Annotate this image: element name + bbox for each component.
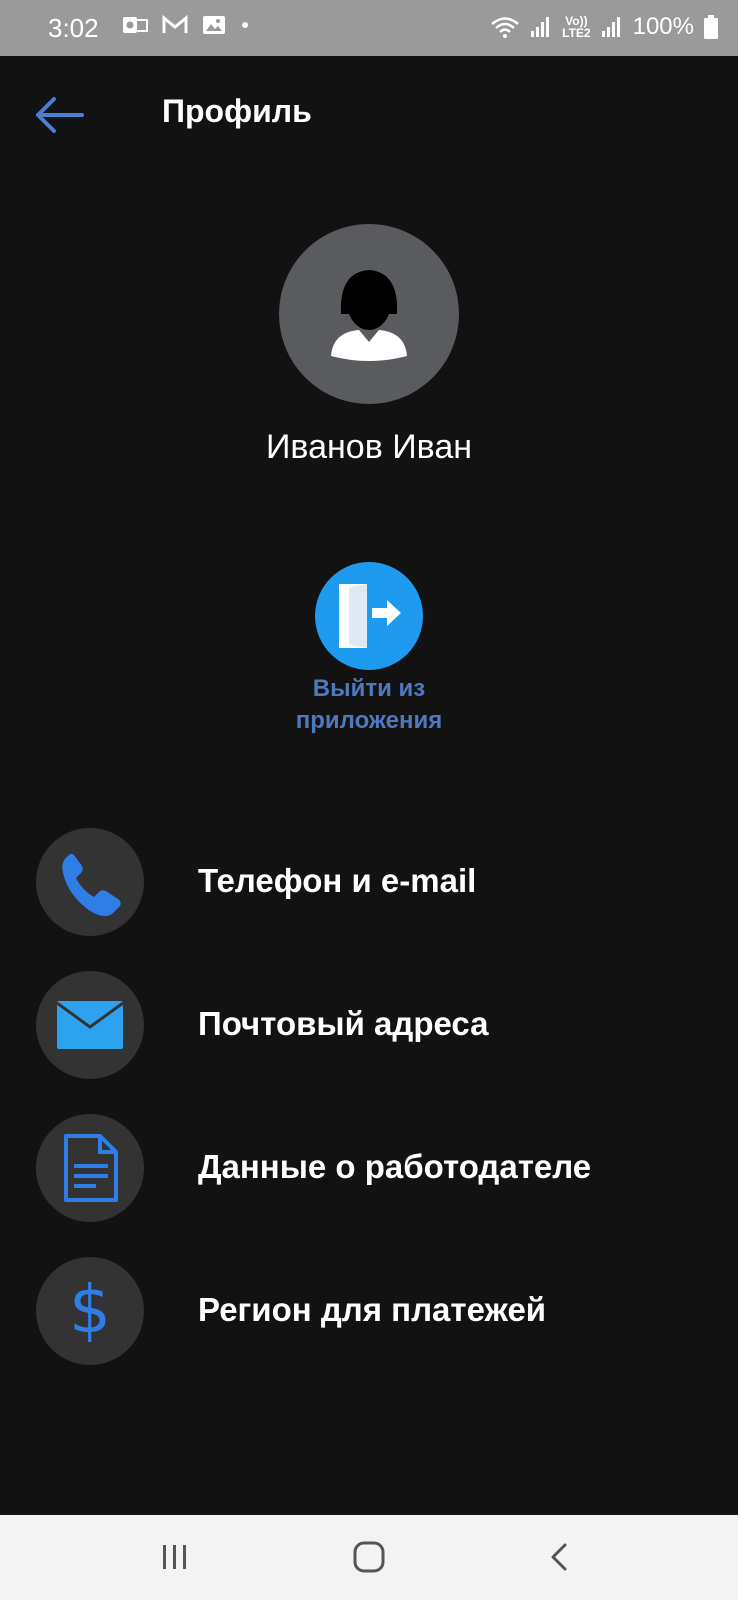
menu-item-phone-email[interactable]: Телефон и e-mail <box>0 828 738 938</box>
exit-door-icon <box>339 584 401 648</box>
lte-indicator: Vo)) LTE2 <box>562 15 590 39</box>
dollar-icon: $ <box>69 1271 111 1348</box>
back-button[interactable] <box>30 90 90 140</box>
recent-apps-button[interactable] <box>150 1537 200 1577</box>
logout-button[interactable] <box>315 562 423 670</box>
menu-item-payment-region[interactable]: $ Регион для платежей <box>0 1257 738 1367</box>
phone-icon <box>62 853 121 916</box>
signal-icon <box>531 17 550 37</box>
page-title: Профиль <box>162 93 312 129</box>
menu-label-payment-region: Регион для платежей <box>198 1291 547 1328</box>
gmail-icon <box>162 14 188 33</box>
profile-name: Иванов Иван <box>265 428 473 466</box>
menu-item-postal-address[interactable]: Почтовый адреса <box>0 971 738 1081</box>
avatar[interactable] <box>279 224 459 404</box>
notification-icons <box>122 14 250 36</box>
battery-icon <box>704 15 718 39</box>
dot-icon <box>242 22 248 28</box>
gallery-icon <box>203 16 225 34</box>
mail-icon <box>56 1001 124 1049</box>
document-icon <box>64 1134 118 1202</box>
menu-label-phone-email: Телефон и e-mail <box>198 862 477 899</box>
system-nav-bar <box>0 1515 738 1600</box>
menu-icon-circle <box>36 1114 144 1222</box>
chevron-left-icon <box>551 1543 567 1571</box>
menu-item-employer-data[interactable]: Данные о работодателе <box>0 1114 738 1224</box>
lte-label: LTE2 <box>562 26 591 40</box>
home-icon <box>353 1541 385 1573</box>
user-silhouette-icon <box>331 270 407 361</box>
menu-label-employer-data: Данные о работодателе <box>198 1148 592 1185</box>
logout-label[interactable]: Выйти из приложения <box>269 673 469 737</box>
menu-label-postal-address: Почтовый адреса <box>198 1005 489 1042</box>
status-bar: 3:02 Vo)) LTE2 100% <box>0 0 738 56</box>
battery-percent: 100% <box>632 13 694 40</box>
recent-apps-icon <box>163 1545 186 1569</box>
outlook-icon <box>123 17 148 33</box>
status-time: 3:02 <box>48 13 99 43</box>
menu-icon-circle: $ <box>36 1257 144 1365</box>
menu-icon-circle <box>36 971 144 1079</box>
menu-icon-circle <box>36 828 144 936</box>
status-right: Vo)) LTE2 100% <box>490 13 718 41</box>
arrow-left-icon <box>36 97 84 133</box>
signal-icon-2 <box>601 17 620 37</box>
home-button[interactable] <box>344 1537 394 1577</box>
system-back-button[interactable] <box>535 1537 585 1577</box>
wifi-icon <box>491 17 519 38</box>
